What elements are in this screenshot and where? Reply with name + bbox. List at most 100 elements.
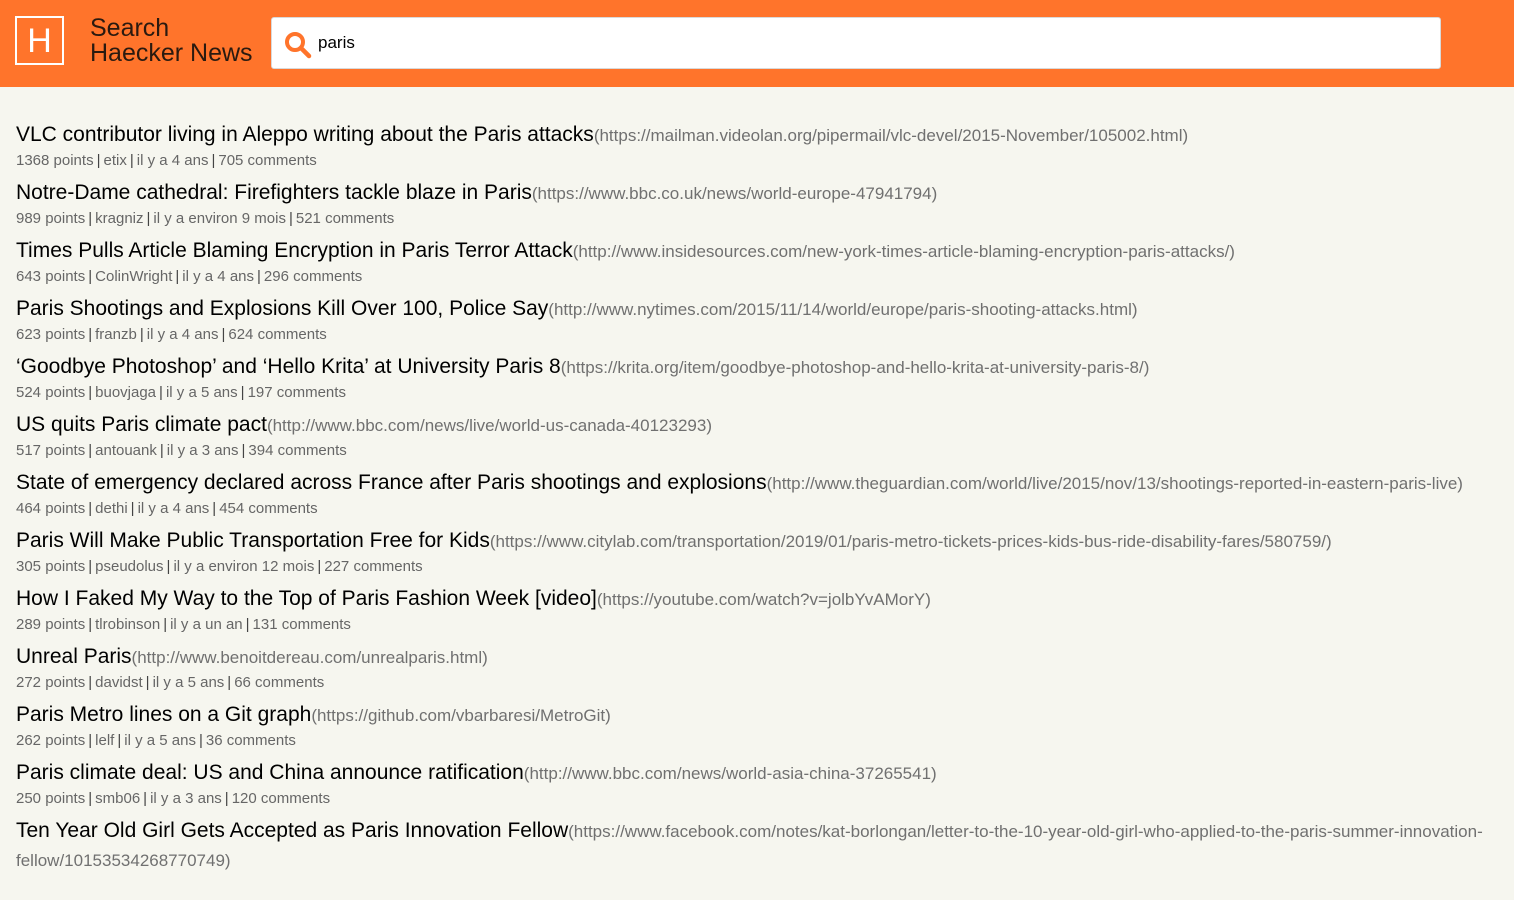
search-input[interactable] <box>318 18 1418 68</box>
result-comments-link[interactable]: 66 comments <box>234 674 324 691</box>
result-time[interactable]: il y a un an <box>170 616 243 633</box>
result-meta: 1368 points | etix | il y a 4 ans | 705 commen… <box>16 151 1496 171</box>
result-url-link[interactable]: (https://www.bbc.co.uk/news/world-europe… <box>532 184 937 203</box>
result-title-link[interactable]: Notre-Dame cathedral: Firefighters tackl… <box>16 181 532 204</box>
result-url-link[interactable]: (http://www.theguardian.com/world/live/2… <box>767 474 1463 493</box>
result-url-link[interactable]: (http://www.nytimes.com/2015/11/14/world… <box>548 300 1137 319</box>
result-author-link[interactable]: lelf <box>95 732 114 749</box>
result-author-link[interactable]: kragniz <box>95 210 143 227</box>
result-points[interactable]: 517 points <box>16 442 85 459</box>
result-comments-link[interactable]: 227 comments <box>324 558 422 575</box>
result-author-link[interactable]: tlrobinson <box>95 616 160 633</box>
result-comments-link[interactable]: 705 comments <box>218 152 316 169</box>
result-author-link[interactable]: antouank <box>95 442 157 459</box>
logo[interactable]: H <box>15 16 64 65</box>
result-points[interactable]: 272 points <box>16 674 85 691</box>
result-title-link[interactable]: ‘Goodbye Photoshop’ and ‘Hello Krita’ at… <box>16 355 561 378</box>
result-meta: 517 points | antouank | il y a 3 ans | 394 com… <box>16 441 1496 461</box>
results-list: VLC contributor living in Aleppo writing… <box>16 121 1496 884</box>
result-author-link[interactable]: dethi <box>95 500 128 517</box>
result-time[interactable]: il y a environ 9 mois <box>153 210 286 227</box>
result-meta: 464 points | dethi | il y a 4 ans | 454 commen… <box>16 499 1496 519</box>
meta-separator: | <box>130 500 135 517</box>
result-title-link[interactable]: Paris Shootings and Explosions Kill Over… <box>16 297 548 320</box>
result-author-link[interactable]: buovjaga <box>95 384 156 401</box>
result-points[interactable]: 305 points <box>16 558 85 575</box>
result-comments-link[interactable]: 197 comments <box>248 384 346 401</box>
result-title-link[interactable]: Paris climate deal: US and China announc… <box>16 761 524 784</box>
result-time[interactable]: il y a environ 12 mois <box>173 558 314 575</box>
result-points[interactable]: 1368 points <box>16 152 94 169</box>
result-url-link[interactable]: (https://youtube.com/watch?v=jolbYvAMorY… <box>597 590 931 609</box>
result-title-line: Ten Year Old Girl Gets Accepted as Paris… <box>16 817 1496 876</box>
result-comments-link[interactable]: 454 comments <box>219 500 317 517</box>
result-title-link[interactable]: How I Faked My Way to the Top of Paris F… <box>16 587 597 610</box>
meta-separator: | <box>88 616 93 633</box>
result-meta: 272 points | davidst | il y a 5 ans | 66 comme… <box>16 673 1496 693</box>
result-time[interactable]: il y a 4 ans <box>147 326 219 343</box>
result-author-link[interactable]: ColinWright <box>95 268 172 285</box>
result-url-link[interactable]: (http://www.insidesources.com/new-york-t… <box>573 242 1235 261</box>
result-title-link[interactable]: Unreal Paris <box>16 645 132 668</box>
result-time[interactable]: il y a 4 ans <box>182 268 254 285</box>
search-icon <box>285 32 312 59</box>
brand-title[interactable]: Search Haecker News <box>90 16 253 66</box>
result-meta: 289 points | tlrobinson | il y a un an | 131 c… <box>16 615 1496 635</box>
result-points[interactable]: 989 points <box>16 210 85 227</box>
result-author-link[interactable]: etix <box>103 152 126 169</box>
result-meta: 250 points | smb06 | il y a 3 ans | 120 commen… <box>16 789 1496 809</box>
result-author-link[interactable]: davidst <box>95 674 143 691</box>
result-time[interactable]: il y a 4 ans <box>138 500 210 517</box>
result-title-link[interactable]: US quits Paris climate pact <box>16 413 267 436</box>
result-comments-link[interactable]: 36 comments <box>206 732 296 749</box>
meta-separator: | <box>240 384 245 401</box>
result-title-link[interactable]: Ten Year Old Girl Gets Accepted as Paris… <box>16 819 568 842</box>
meta-separator: | <box>88 558 93 575</box>
result-comments-link[interactable]: 624 comments <box>228 326 326 343</box>
result-url-link[interactable]: (https://github.com/vbarbaresi/MetroGit) <box>311 706 611 725</box>
result-points[interactable]: 464 points <box>16 500 85 517</box>
result-meta: 643 points | ColinWright | il y a 4 ans | 296 … <box>16 267 1496 287</box>
result-url-link[interactable]: (https://mailman.videolan.org/pipermail/… <box>594 126 1188 145</box>
result-comments-link[interactable]: 120 comments <box>232 790 330 807</box>
result-title-line: Notre-Dame cathedral: Firefighters tackl… <box>16 179 1496 209</box>
result-title-link[interactable]: State of emergency declared across Franc… <box>16 471 767 494</box>
result-url-link[interactable]: (https://www.citylab.com/transportation/… <box>490 532 1332 551</box>
result-title-line: VLC contributor living in Aleppo writing… <box>16 121 1496 151</box>
result-title-link[interactable]: VLC contributor living in Aleppo writing… <box>16 123 594 146</box>
result-title-link[interactable]: Paris Metro lines on a Git graph <box>16 703 311 726</box>
result-url-link[interactable]: (http://www.bbc.com/news/live/world-us-c… <box>267 416 712 435</box>
result-time[interactable]: il y a 5 ans <box>153 674 225 691</box>
result-url-link[interactable]: (http://www.benoitdereau.com/unrealparis… <box>132 648 488 667</box>
result-time[interactable]: il y a 3 ans <box>150 790 222 807</box>
result-author-link[interactable]: pseudolus <box>95 558 163 575</box>
result-comments-link[interactable]: 394 comments <box>248 442 346 459</box>
result-item: Unreal Paris(http://www.benoitdereau.com… <box>16 643 1496 693</box>
result-title-link[interactable]: Paris Will Make Public Transportation Fr… <box>16 529 490 552</box>
result-points[interactable]: 289 points <box>16 616 85 633</box>
search-box[interactable] <box>271 17 1441 69</box>
result-comments-link[interactable]: 131 comments <box>253 616 351 633</box>
result-time[interactable]: il y a 3 ans <box>167 442 239 459</box>
meta-separator: | <box>159 384 163 401</box>
result-time[interactable]: il y a 5 ans <box>124 732 196 749</box>
result-time[interactable]: il y a 4 ans <box>137 152 209 169</box>
result-url-link[interactable]: (https://krita.org/item/goodbye-photosho… <box>561 358 1150 377</box>
result-author-link[interactable]: franzb <box>95 326 137 343</box>
result-time[interactable]: il y a 5 ans <box>166 384 238 401</box>
result-comments-link[interactable]: 521 comments <box>296 210 394 227</box>
result-points[interactable]: 262 points <box>16 732 85 749</box>
meta-separator: | <box>245 616 250 633</box>
meta-separator: | <box>88 268 93 285</box>
result-points[interactable]: 643 points <box>16 268 85 285</box>
result-comments-link[interactable]: 296 comments <box>264 268 362 285</box>
result-points[interactable]: 524 points <box>16 384 85 401</box>
result-title-link[interactable]: Times Pulls Article Blaming Encryption i… <box>16 239 573 262</box>
meta-separator: | <box>88 326 93 343</box>
result-points[interactable]: 623 points <box>16 326 85 343</box>
result-url-link[interactable]: (http://www.bbc.com/news/world-asia-chin… <box>524 764 937 783</box>
meta-separator: | <box>159 442 164 459</box>
result-points[interactable]: 250 points <box>16 790 85 807</box>
result-item: Paris climate deal: US and China announc… <box>16 759 1496 809</box>
result-author-link[interactable]: smb06 <box>95 790 140 807</box>
